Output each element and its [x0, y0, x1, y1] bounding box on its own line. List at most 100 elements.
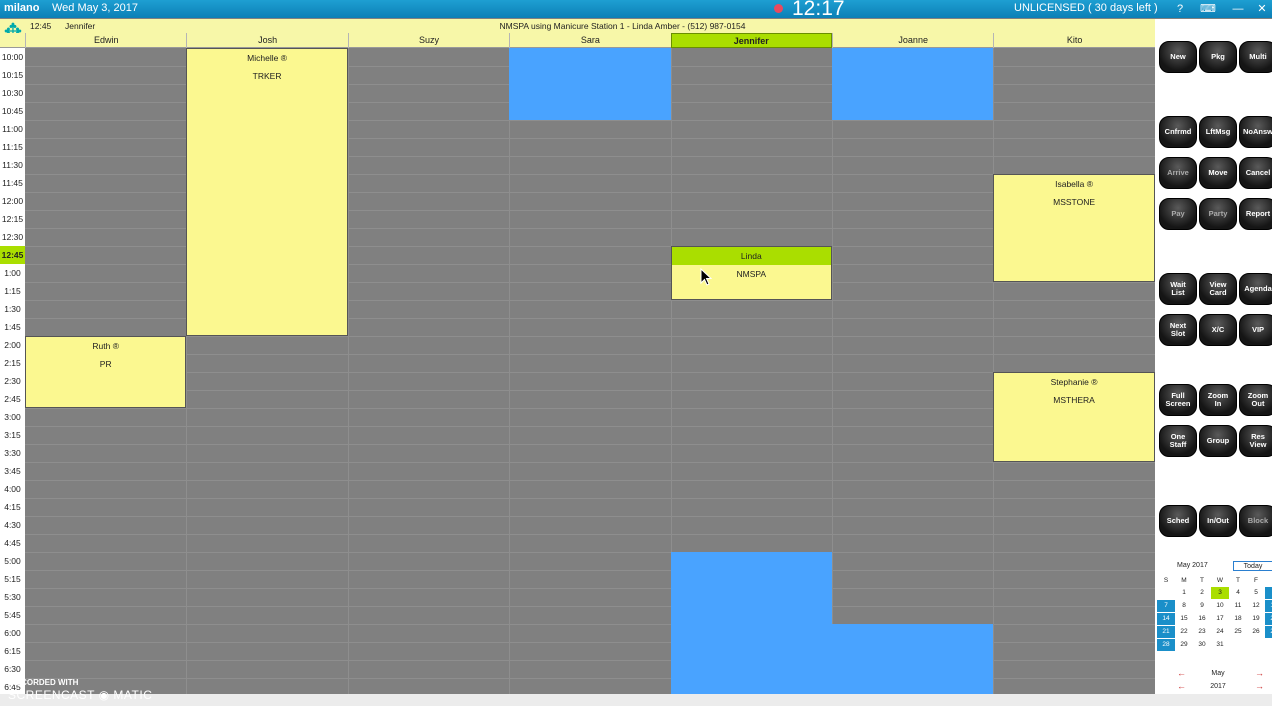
zoom-out-button[interactable]: Zoom Out	[1239, 384, 1272, 416]
appointment-block[interactable]: Linda NMSPA	[670, 246, 832, 300]
calendar-day[interactable]: 30	[1193, 639, 1211, 651]
calendar-weekday: S	[1265, 577, 1272, 584]
calendar-day[interactable]: 14	[1157, 613, 1175, 625]
pkg-button[interactable]: Pkg	[1199, 41, 1237, 73]
blocked-time-jennifer[interactable]	[670, 552, 832, 696]
calendar-day[interactable]: 29	[1175, 639, 1193, 651]
staff-column-joanne[interactable]: Joanne	[832, 33, 993, 48]
blocked-time-joanne[interactable]	[832, 624, 994, 696]
grid-column-line	[832, 48, 833, 694]
appointment-block[interactable]: Stephanie ® MSTHERA	[993, 372, 1155, 462]
full-screen-button[interactable]: Full Screen	[1159, 384, 1197, 416]
appointment-block[interactable]: Ruth ® PR	[25, 336, 187, 408]
blocked-time-joanne[interactable]	[832, 48, 994, 120]
prev-month-arrow-icon[interactable]: ←	[1177, 668, 1186, 678]
calendar-day[interactable]: 5	[1247, 587, 1265, 599]
time-label: 1:15	[4, 286, 21, 296]
grid-row-line	[25, 462, 1155, 463]
time-label: 2:15	[4, 358, 21, 368]
report-button[interactable]: Report	[1239, 198, 1272, 230]
calendar-day[interactable]: 15	[1175, 613, 1193, 625]
sched-button[interactable]: Sched	[1159, 505, 1197, 537]
multi-button[interactable]: Multi	[1239, 41, 1272, 73]
calendar-day[interactable]: 23	[1193, 626, 1211, 638]
schedule-grid[interactable]: Michelle ® TRKER Ruth ® PR Isabella ® MSSTONE…	[25, 48, 1155, 697]
staff-column-edwin[interactable]: Edwin	[25, 33, 186, 48]
next-slot-button[interactable]: Next Slot	[1159, 314, 1197, 346]
calendar-day[interactable]: 9	[1193, 600, 1211, 612]
calendar-day[interactable]: 3	[1211, 587, 1229, 599]
calendar-day[interactable]: 20	[1265, 613, 1272, 625]
calendar-day[interactable]: 21	[1157, 626, 1175, 638]
calendar-day[interactable]: 10	[1211, 600, 1229, 612]
minimize-button[interactable]: —	[1229, 1, 1247, 17]
calendar-day[interactable]: 6	[1265, 587, 1272, 599]
calendar-day[interactable]: 26	[1247, 626, 1265, 638]
res-view-button[interactable]: Res View	[1239, 425, 1272, 457]
view-card-button[interactable]: View Card	[1199, 273, 1237, 305]
calendar-day[interactable]: 31	[1211, 639, 1229, 651]
party-button[interactable]: Party	[1199, 198, 1237, 230]
cnfrmd-button[interactable]: Cnfrmd	[1159, 116, 1197, 148]
in-out-button[interactable]: In/Out	[1199, 505, 1237, 537]
calendar-day[interactable]: 2	[1193, 587, 1211, 599]
help-icon[interactable]: ?	[1171, 1, 1189, 17]
salon-scheduler-window: milano Wed May 3, 2017 12:17 UNLICENSED …	[0, 0, 1272, 706]
calendar-day[interactable]: 17	[1211, 613, 1229, 625]
record-indicator-icon	[774, 4, 783, 13]
calendar-month-title: May 2017	[1177, 562, 1208, 569]
staff-column-suzy[interactable]: Suzy	[347, 33, 509, 48]
next-month-arrow-icon[interactable]: →	[1255, 668, 1264, 678]
noansw-button[interactable]: NoAnsw	[1239, 116, 1272, 148]
pay-button[interactable]: Pay	[1159, 198, 1197, 230]
cancel-button[interactable]: Cancel	[1239, 157, 1272, 189]
lftmsg-button[interactable]: LftMsg	[1199, 116, 1237, 148]
block-button[interactable]: Block	[1239, 505, 1272, 537]
zoom-in-button[interactable]: Zoom In	[1199, 384, 1237, 416]
grid-row-line	[25, 498, 1155, 499]
agenda-button[interactable]: Agenda	[1239, 273, 1272, 305]
calendar-day[interactable]: 28	[1157, 639, 1175, 651]
appointment-block[interactable]: Isabella ® MSSTONE	[993, 174, 1155, 282]
calendar-day[interactable]: 18	[1229, 613, 1247, 625]
calendar-day[interactable]: 25	[1229, 626, 1247, 638]
calendar-day[interactable]: 27	[1265, 626, 1272, 638]
mini-calendar: May 2017 Today SMTWTFS123456789101112131…	[1157, 560, 1272, 695]
selection-info-bar: 12:45 Jennifer NMSPA using Manicure Stat…	[0, 19, 1155, 33]
move-button[interactable]: Move	[1199, 157, 1237, 189]
group-button[interactable]: Group	[1199, 425, 1237, 457]
time-label: 10:15	[1, 70, 24, 80]
keyboard-icon[interactable]: ⌨	[1199, 1, 1217, 17]
calendar-day[interactable]: 19	[1247, 613, 1265, 625]
calendar-day[interactable]: 8	[1175, 600, 1193, 612]
staff-column-josh[interactable]: Josh	[186, 33, 347, 48]
arrive-button[interactable]: Arrive	[1159, 157, 1197, 189]
appointment-service: NMSPA	[736, 269, 767, 279]
calendar-day[interactable]: 1	[1175, 587, 1193, 599]
calendar-day[interactable]: 13	[1265, 600, 1272, 612]
staff-column-kito[interactable]: Kito	[993, 33, 1154, 48]
staff-column-sara[interactable]: Sara	[509, 33, 670, 48]
vip-button[interactable]: VIP	[1239, 314, 1272, 346]
calendar-day[interactable]: 7	[1157, 600, 1175, 612]
calendar-day[interactable]: 22	[1175, 626, 1193, 638]
one-staff-button[interactable]: One Staff	[1159, 425, 1197, 457]
calendar-day[interactable]: 11	[1229, 600, 1247, 612]
prev-year-arrow-icon[interactable]: ←	[1177, 681, 1186, 691]
time-label: 10:30	[1, 88, 24, 98]
next-year-arrow-icon[interactable]: →	[1255, 681, 1264, 691]
calendar-day[interactable]: 4	[1229, 587, 1247, 599]
today-button[interactable]: Today	[1233, 561, 1272, 571]
appointment-block[interactable]: Michelle ® TRKER	[186, 48, 348, 336]
calendar-day[interactable]: 16	[1193, 613, 1211, 625]
calendar-day[interactable]: 24	[1211, 626, 1229, 638]
calendar-day[interactable]: 12	[1247, 600, 1265, 612]
x-c-button[interactable]: X/C	[1199, 314, 1237, 346]
wait-list-button[interactable]: Wait List	[1159, 273, 1197, 305]
staff-column-jennifer[interactable]: Jennifer	[670, 33, 832, 48]
time-label: 4:30	[4, 520, 21, 530]
new-button[interactable]: New	[1159, 41, 1197, 73]
close-button[interactable]: ✕	[1253, 1, 1271, 17]
calendar-weekday: S	[1163, 577, 1169, 584]
blocked-time-sara[interactable]	[509, 48, 671, 120]
